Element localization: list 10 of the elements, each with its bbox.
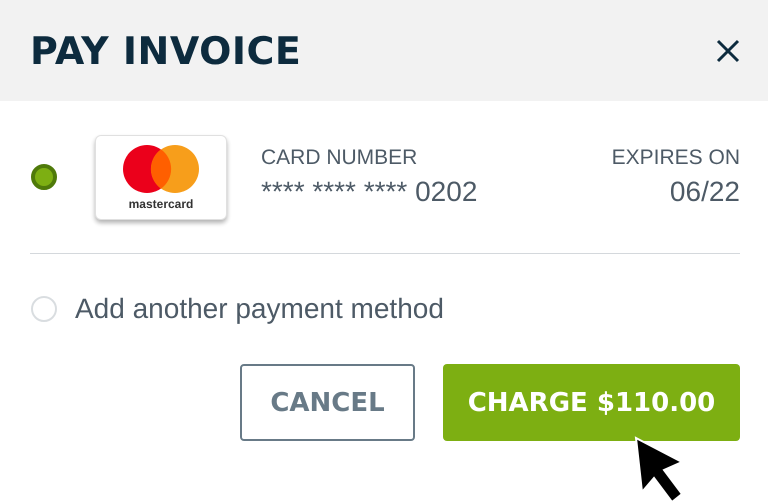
- expiry-date: 06/22: [668, 176, 740, 208]
- dialog-title: PAY INVOICE: [30, 28, 302, 72]
- add-payment-label: Add another payment method: [75, 293, 444, 325]
- cancel-button[interactable]: CANCEL: [240, 364, 415, 441]
- radio-button[interactable]: [31, 164, 57, 190]
- card-number-label: CARD NUMBER: [261, 146, 418, 170]
- card-number: **** **** **** 0202: [261, 176, 478, 208]
- charge-button[interactable]: CHARGE $110.00: [443, 364, 740, 441]
- expiry-label: EXPIRES ON: [612, 146, 740, 170]
- mastercard-logo: mastercard: [95, 134, 227, 220]
